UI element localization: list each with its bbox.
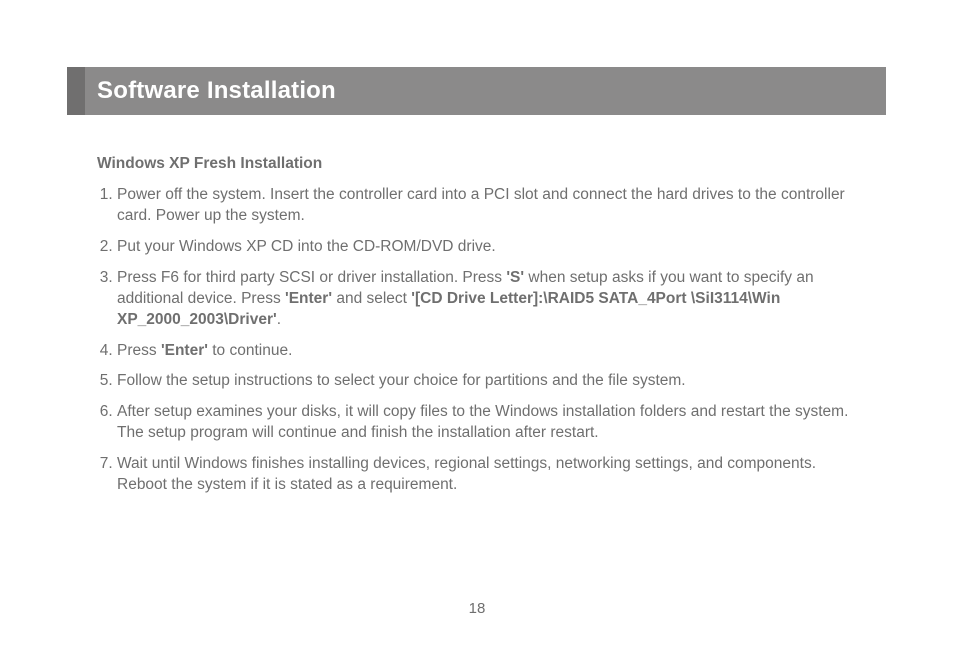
banner-title: Software Installation	[97, 77, 336, 105]
banner-accent	[67, 67, 85, 115]
step-item: After setup examines your disks, it will…	[117, 402, 857, 444]
step-item: Wait until Windows finishes installing d…	[117, 454, 857, 496]
content-area: Windows XP Fresh Installation Power off …	[97, 155, 857, 506]
page-number: 18	[0, 600, 954, 617]
step-text: Power off the system. Insert the control…	[117, 186, 845, 224]
step-item: Press F6 for third party SCSI or driver …	[117, 268, 857, 331]
step-text: and select	[332, 290, 411, 307]
step-text: Follow the setup instructions to select …	[117, 372, 686, 389]
step-text-bold: 'S'	[506, 269, 524, 286]
step-item: Press 'Enter' to continue.	[117, 341, 857, 362]
page: Software Installation Windows XP Fresh I…	[0, 0, 954, 665]
step-text: Press	[117, 342, 161, 359]
step-text: Put your Windows XP CD into the CD-ROM/D…	[117, 238, 496, 255]
steps-list: Power off the system. Insert the control…	[97, 185, 857, 496]
section-subheading: Windows XP Fresh Installation	[97, 155, 857, 173]
step-text-bold: 'Enter'	[161, 342, 208, 359]
step-item: Put your Windows XP CD into the CD-ROM/D…	[117, 237, 857, 258]
banner-main: Software Installation	[85, 67, 886, 115]
step-text-bold: 'Enter'	[285, 290, 332, 307]
step-text: Press F6 for third party SCSI or driver …	[117, 269, 506, 286]
step-text: to continue.	[208, 342, 292, 359]
section-banner: Software Installation	[67, 67, 886, 115]
step-item: Power off the system. Insert the control…	[117, 185, 857, 227]
step-text: Wait until Windows finishes installing d…	[117, 455, 816, 493]
step-item: Follow the setup instructions to select …	[117, 371, 857, 392]
step-text: After setup examines your disks, it will…	[117, 403, 848, 441]
step-text: .	[277, 311, 281, 328]
